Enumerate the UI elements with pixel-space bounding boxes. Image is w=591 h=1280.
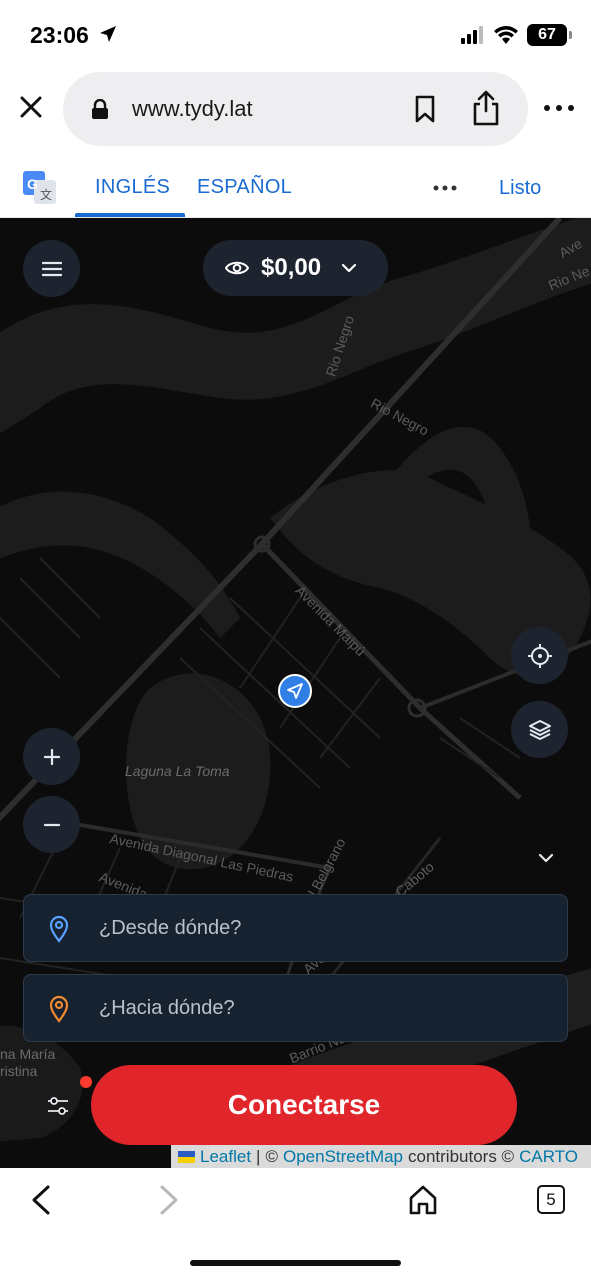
bookmark-icon[interactable] xyxy=(411,94,439,124)
more-options-icon[interactable] xyxy=(542,100,576,116)
browser-url-row: www.tydy.lat xyxy=(0,70,591,148)
origin-pin-icon xyxy=(49,915,69,943)
map-layers-button[interactable] xyxy=(511,701,568,758)
filters-button[interactable] xyxy=(38,1090,78,1122)
navigation-arrow-icon xyxy=(287,683,303,699)
layers-icon xyxy=(528,719,551,740)
leaflet-link[interactable]: Leaflet xyxy=(200,1147,251,1167)
locate-me-button[interactable] xyxy=(511,627,568,684)
battery-tip xyxy=(569,31,572,39)
map-label-cristina-1: na María xyxy=(0,1046,56,1062)
battery-level: 67 xyxy=(538,26,556,43)
wifi-icon xyxy=(494,26,518,44)
translate-done-button[interactable]: Listo xyxy=(499,177,541,200)
back-arrow-icon[interactable] xyxy=(28,1184,54,1216)
minus-icon xyxy=(43,823,60,826)
browser-toolbar: 5 xyxy=(0,1168,591,1280)
status-indicators: 67 xyxy=(461,22,572,48)
share-icon[interactable] xyxy=(471,89,501,127)
address-bar[interactable]: www.tydy.lat xyxy=(63,72,528,146)
close-icon[interactable] xyxy=(16,92,46,122)
osm-link[interactable]: OpenStreetMap xyxy=(283,1147,403,1167)
tabs-button[interactable]: 5 xyxy=(537,1185,565,1214)
from-address-field[interactable]: ¿Desde dónde? xyxy=(23,894,568,962)
attribution-contributors: contributors © xyxy=(408,1146,515,1166)
plus-icon xyxy=(43,748,60,765)
menu-button[interactable] xyxy=(23,240,80,297)
tab-ingles[interactable]: INGLÉS xyxy=(95,176,170,199)
map-attribution: Leaflet | © OpenStreetMap contributors ©… xyxy=(171,1145,591,1168)
map[interactable]: Rio Negro Rio Negro Rio Ne Ave Avenida M… xyxy=(0,218,591,1168)
translate-bar: G 文 INGLÉS ESPAÑOL Listo xyxy=(0,160,591,218)
current-location-marker xyxy=(278,674,312,708)
attribution-separator: | xyxy=(256,1146,261,1166)
lock-icon xyxy=(92,99,108,119)
chevron-down-icon xyxy=(341,263,357,273)
status-bar: 23:06 67 xyxy=(0,0,591,70)
map-label-cristina-2: ristina xyxy=(0,1063,38,1079)
tab-espanol[interactable]: ESPAÑOL xyxy=(197,176,292,199)
translate-more-icon[interactable] xyxy=(433,184,457,192)
sliders-icon xyxy=(48,1097,68,1115)
collapse-chevron-icon[interactable] xyxy=(534,850,558,866)
connect-button[interactable]: Conectarse xyxy=(91,1065,517,1145)
balance-selector[interactable]: $0,00 xyxy=(203,240,388,296)
from-address-placeholder: ¿Desde dónde? xyxy=(99,917,242,939)
status-time: 23:06 xyxy=(30,22,89,48)
battery-indicator: 67 xyxy=(527,24,572,46)
notification-dot xyxy=(80,1076,92,1088)
home-icon[interactable] xyxy=(407,1184,439,1216)
location-arrow-icon xyxy=(100,26,116,42)
url-text: www.tydy.lat xyxy=(132,96,253,121)
crosshair-icon xyxy=(527,643,552,668)
ukraine-flag-icon xyxy=(178,1150,195,1163)
active-tab-indicator xyxy=(75,213,185,217)
map-label-laguna: Laguna La Toma xyxy=(125,763,230,779)
tab-count: 5 xyxy=(546,1189,556,1209)
to-address-field[interactable]: ¿Hacia dónde? xyxy=(23,974,568,1042)
zoom-in-button[interactable] xyxy=(23,728,80,785)
balance-value: $0,00 xyxy=(261,254,322,281)
zoom-out-button[interactable] xyxy=(23,796,80,853)
hamburger-icon xyxy=(41,261,62,276)
google-translate-icon: G 文 xyxy=(23,171,56,204)
to-address-placeholder: ¿Hacia dónde? xyxy=(99,997,235,1019)
attribution-copyright: © xyxy=(265,1146,278,1166)
forward-arrow-icon[interactable] xyxy=(156,1184,182,1216)
cellular-signal-icon xyxy=(461,26,483,44)
eye-icon xyxy=(225,261,249,275)
home-indicator xyxy=(190,1260,401,1266)
svg-text:G: G xyxy=(27,176,38,192)
carto-link[interactable]: CARTO xyxy=(519,1147,578,1167)
destination-pin-icon xyxy=(49,995,69,1023)
svg-text:文: 文 xyxy=(40,187,52,202)
